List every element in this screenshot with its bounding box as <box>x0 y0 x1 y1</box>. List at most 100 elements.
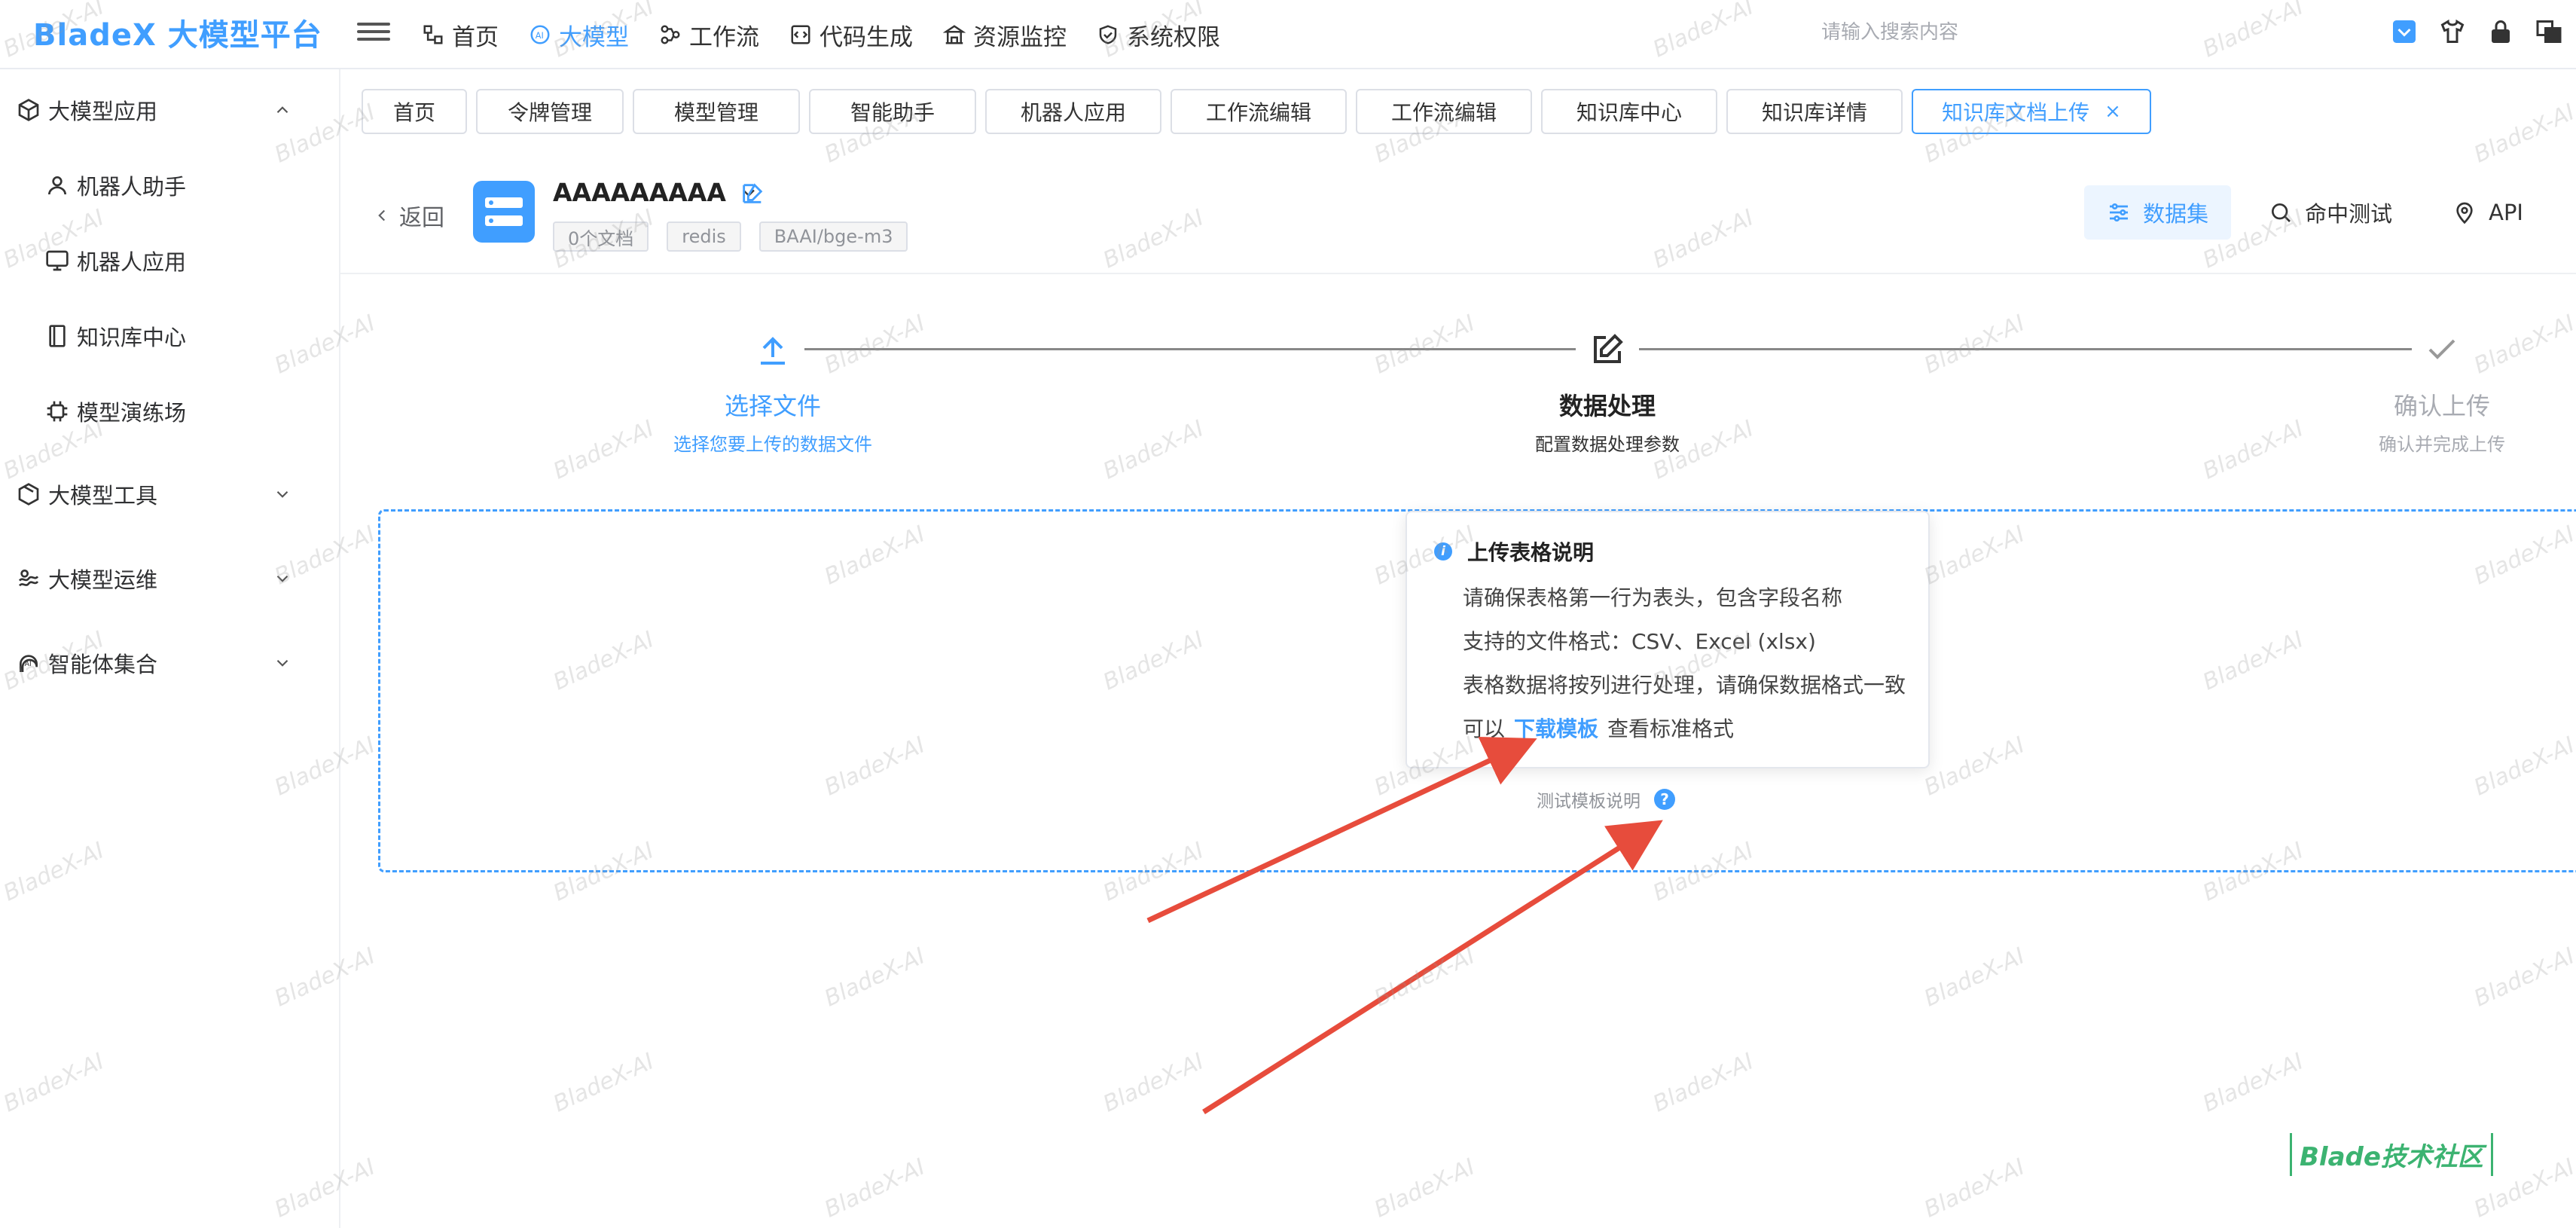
watermark-text: BladeX-AI <box>2470 99 2576 169</box>
sidebar-item-label: 机器人助手 <box>77 174 187 200</box>
sidebar-group-llm-tools[interactable]: 大模型工具 <box>0 464 340 524</box>
cube-icon <box>18 99 39 121</box>
step-2-title: 数据处理 <box>1558 392 1656 420</box>
step-3-desc: 确认并完成上传 <box>2379 434 2505 455</box>
menu-toggle-icon[interactable] <box>357 18 390 48</box>
language-icon[interactable] <box>2532 15 2565 48</box>
lock-icon[interactable] <box>2484 15 2517 48</box>
box-icon <box>18 483 39 506</box>
hit-test-label: 命中测试 <box>2305 201 2393 227</box>
tab-close-icon[interactable]: × <box>2104 100 2121 123</box>
workflow-icon <box>661 25 680 44</box>
back-button[interactable]: 返回 <box>372 199 444 232</box>
tab-bar: 首页 令牌管理 模型管理 智能助手 机器人应用 工作流编辑 工作流编辑 知识库中… <box>362 89 2160 134</box>
checkbox-icon[interactable] <box>2388 15 2421 48</box>
watermark-text: BladeX-AI <box>1920 942 2029 1013</box>
nav-codegen-label: 代码生成 <box>819 23 913 51</box>
api-label: API <box>2489 200 2523 225</box>
question-icon[interactable]: ? <box>1654 789 1675 810</box>
watermark-text: BladeX-AI <box>820 942 929 1013</box>
chevron-down-icon <box>276 659 288 667</box>
sidebar-group-llm-app[interactable]: 大模型应用 <box>0 80 340 140</box>
nav-codegen[interactable]: 代码生成 <box>789 18 913 52</box>
template-help: 测试模板说明 ? <box>1537 787 1675 812</box>
back-label: 返回 <box>399 205 444 231</box>
chevron-left-icon <box>378 209 386 221</box>
nav-workflow[interactable]: 工作流 <box>659 18 759 52</box>
vector-store-tag: redis <box>667 221 741 252</box>
tab-label: 模型管理 <box>673 100 758 125</box>
tab-model[interactable]: 模型管理 <box>633 89 800 134</box>
embedding-model-tag: BAAI/bge-m3 <box>758 221 908 252</box>
watermark-text: BladeX-AI <box>2470 942 2576 1013</box>
header-divider <box>340 273 2576 274</box>
location-icon <box>2456 202 2473 225</box>
monitor-icon <box>943 25 966 44</box>
tab-label: 工作流编辑 <box>1205 100 1311 125</box>
nav-monitor[interactable]: 资源监控 <box>943 18 1067 52</box>
watermark-text: BladeX-AI <box>1370 1153 1479 1223</box>
ai-icon: AI <box>530 25 550 44</box>
community-badge: Blade技术社区 <box>2290 1133 2493 1176</box>
header-actions: 数据集 命中测试 API <box>2069 185 2546 240</box>
edit-icon[interactable] <box>740 181 765 206</box>
step-connector <box>804 348 1576 350</box>
watermark-text: BladeX-AI <box>1920 310 2029 380</box>
search-input[interactable]: 请输入搜索内容 <box>1821 17 1958 44</box>
top-actions <box>2388 15 2576 48</box>
dataset-button[interactable]: 数据集 <box>2084 185 2232 240</box>
sidebar-group-label: 大模型工具 <box>48 483 158 509</box>
kb-name-label: AAAAAAAAA <box>553 178 726 207</box>
tab-label: 首页 <box>392 100 435 125</box>
sidebar-group-label: 大模型运维 <box>48 567 158 593</box>
user-icon <box>48 176 66 195</box>
tab-home[interactable]: 首页 <box>362 89 467 134</box>
sliders-icon <box>2110 203 2129 221</box>
tab-robot-app[interactable]: 机器人应用 <box>985 89 1161 134</box>
kb-selector[interactable]: AAAAAAAAA <box>553 178 759 207</box>
watermark-text: BladeX-AI <box>1099 1048 1208 1118</box>
download-template-link[interactable]: 下载模板 <box>1514 716 1598 741</box>
api-button[interactable]: API <box>2430 185 2546 240</box>
tab-label: 知识库中心 <box>1576 100 1682 125</box>
watermark-text: BladeX-AI <box>820 1153 929 1223</box>
nav-workflow-label: 工作流 <box>689 23 759 51</box>
check-icon <box>2428 339 2455 359</box>
svg-text:AI: AI <box>536 31 544 41</box>
popover-line: 请确保表格第一行为表头，包含字段名称 <box>1463 585 1843 610</box>
chip-icon <box>47 401 68 422</box>
watermark-text: BladeX-AI <box>1370 942 1479 1013</box>
edit-icon <box>1594 334 1623 363</box>
step-3-title: 确认上传 <box>2393 392 2490 420</box>
watermark-text: BladeX-AI <box>820 310 929 380</box>
tab-kb-detail[interactable]: 知识库详情 <box>1726 89 1903 134</box>
step-connector <box>1639 348 2412 350</box>
step-1-desc: 选择您要上传的数据文件 <box>673 434 872 455</box>
tab-workflow-edit-1[interactable]: 工作流编辑 <box>1170 89 1347 134</box>
watermark-text: BladeX-AI <box>1649 1048 1758 1118</box>
tab-token[interactable]: 令牌管理 <box>476 89 624 134</box>
watermark-text: BladeX-AI <box>549 1048 658 1118</box>
tab-label: 机器人应用 <box>1020 100 1126 125</box>
ops-icon <box>18 570 39 587</box>
sidebar-item-label: 机器人应用 <box>77 249 187 275</box>
tab-kb-doc-upload[interactable]: 知识库文档上传 × <box>1912 89 2151 134</box>
watermark-text: BladeX-AI <box>1099 204 1208 274</box>
popover-last-line: 可以 下载模板 查看标准格式 <box>1463 713 1734 743</box>
tab-label: 知识库详情 <box>1761 100 1867 125</box>
upload-help-popover: i 上传表格说明 请确保表格第一行为表头，包含字段名称 支持的文件格式：CSV、… <box>1406 511 1930 768</box>
nav-home-label: 首页 <box>452 23 499 51</box>
tab-kb-center[interactable]: 知识库中心 <box>1541 89 1717 134</box>
template-help-label: 测试模板说明 <box>1537 792 1641 811</box>
watermark-text: BladeX-AI <box>2199 1048 2308 1118</box>
chevron-down-icon <box>276 490 288 498</box>
shirt-icon[interactable] <box>2436 15 2469 48</box>
watermark-text: BladeX-AI <box>1649 204 1758 274</box>
step-1-title: 选择文件 <box>724 392 821 420</box>
book-icon <box>49 325 66 347</box>
nav-monitor-label: 资源监控 <box>973 23 1067 51</box>
watermark-text: BladeX-AI <box>1099 415 1208 485</box>
nav-home[interactable]: 首页 <box>422 18 499 52</box>
sidebar-item-playground[interactable]: 模型演练场 <box>0 381 340 441</box>
sidebar-item-label: 知识库中心 <box>77 325 187 350</box>
